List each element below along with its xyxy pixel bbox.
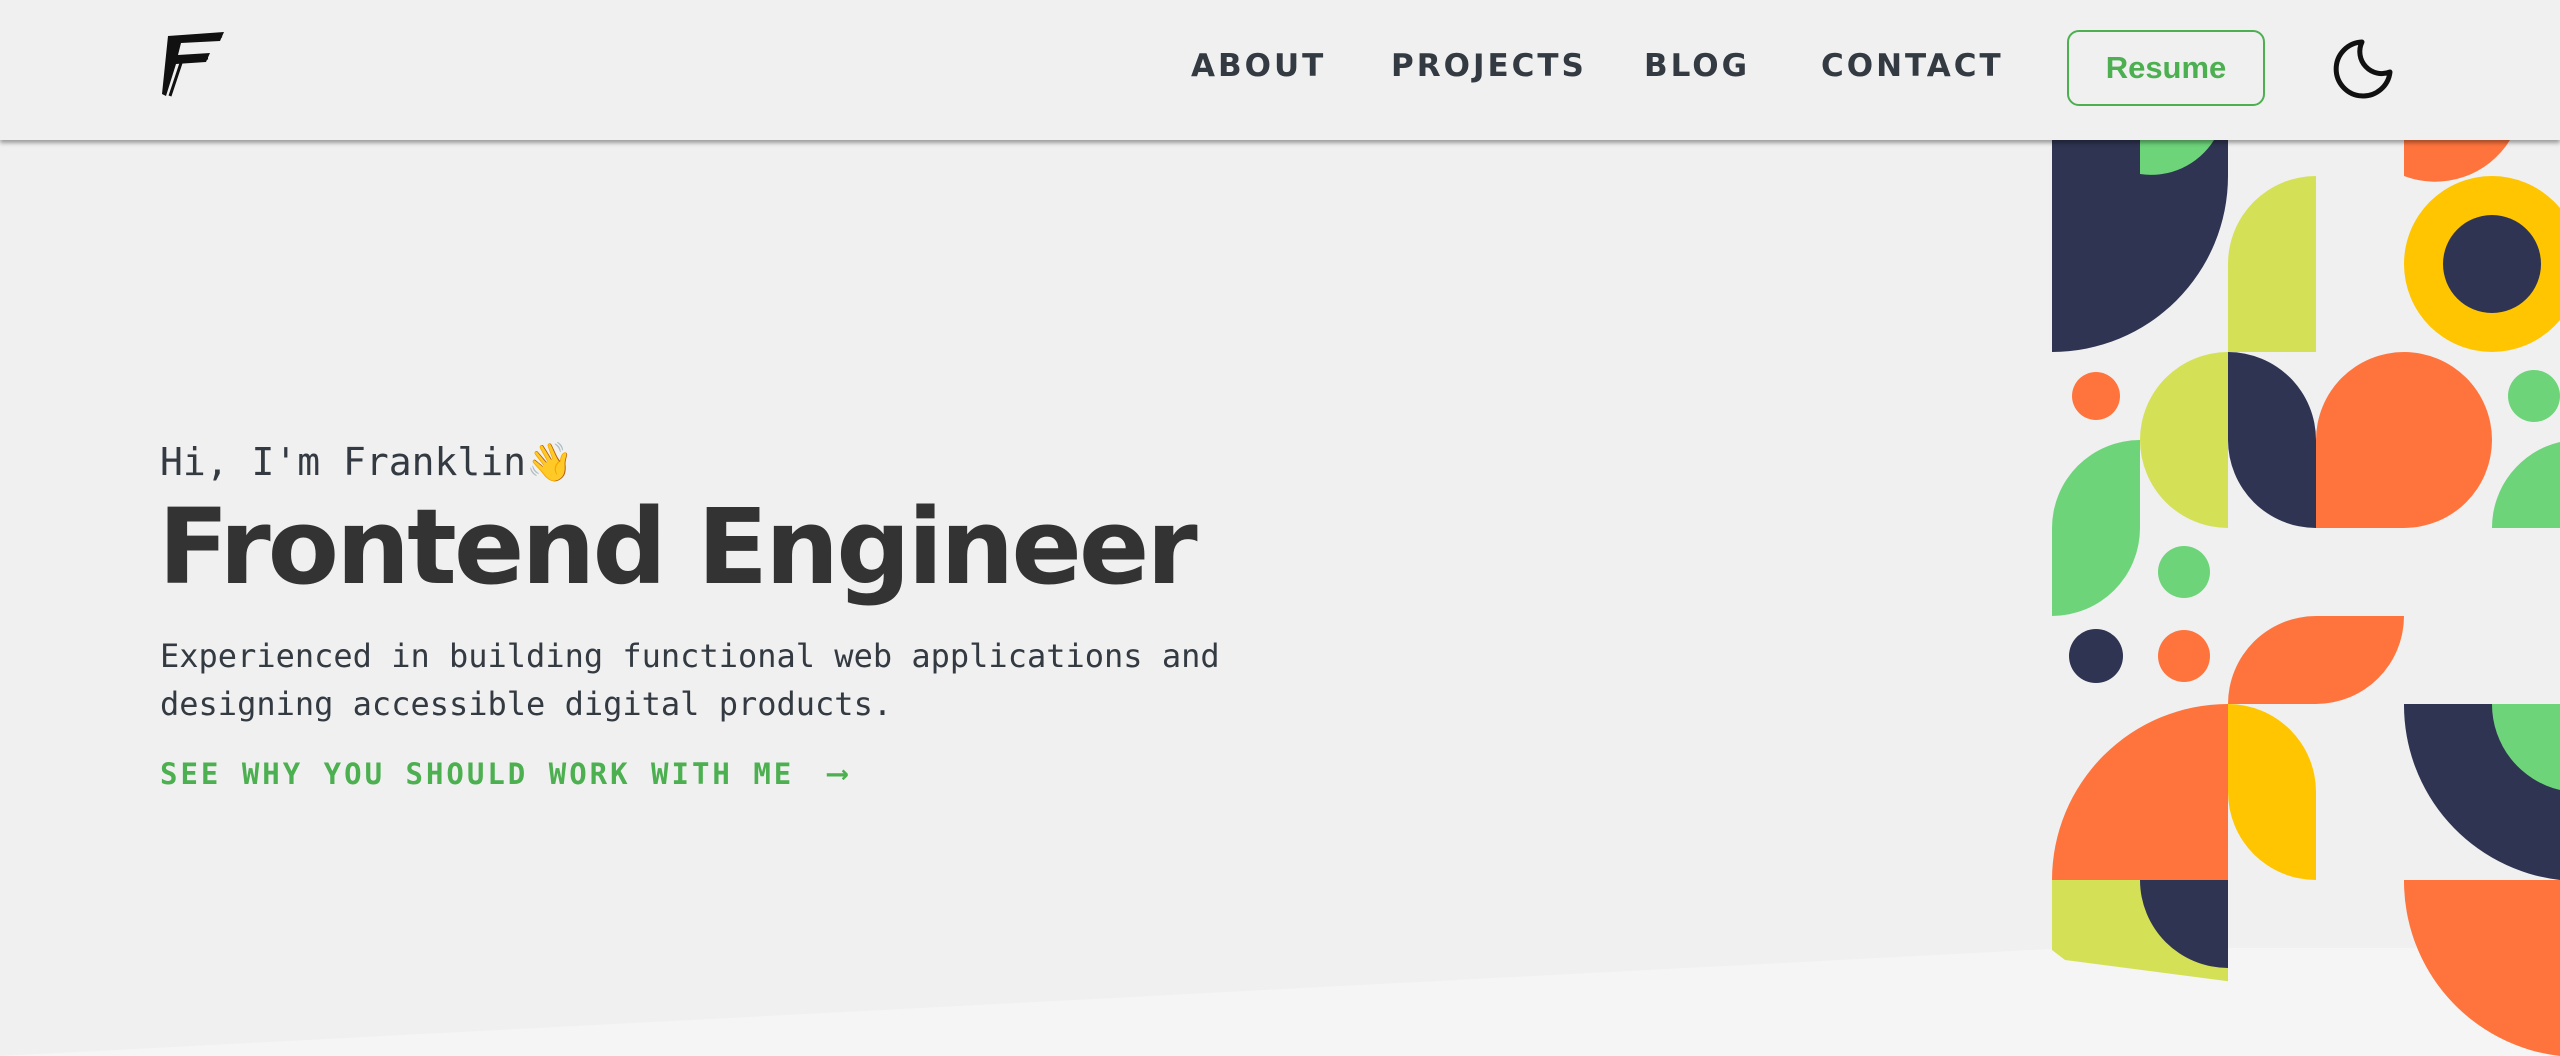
hero-title: Frontend Engineer — [158, 486, 1198, 608]
greeting-text: Hi, I'm Franklin — [160, 440, 527, 484]
pattern-shape — [2072, 372, 2120, 420]
hero-greeting: Hi, I'm Franklin👋 — [160, 440, 573, 485]
pattern-shape — [2316, 352, 2492, 528]
pattern-shape — [2158, 546, 2210, 598]
pattern-shape — [2228, 352, 2316, 528]
pattern-shape — [2158, 630, 2210, 682]
wave-emoji-icon: 👋 — [526, 440, 574, 484]
nav-contact[interactable]: CONTACT — [1821, 48, 2004, 84]
geometric-pattern — [2052, 140, 2560, 1056]
pattern-shape — [2069, 629, 2123, 683]
work-with-me-link[interactable]: SEE WHY YOU SHOULD WORK WITH ME ⟶ — [160, 756, 846, 791]
cta-label: SEE WHY YOU SHOULD WORK WITH ME — [160, 756, 795, 791]
hero-description: Experienced in building functional web a… — [160, 637, 1220, 723]
pattern-shape — [2228, 176, 2316, 352]
arrow-right-icon: ⟶ — [828, 756, 847, 791]
pattern-shape — [2403, 880, 2560, 1056]
pattern-shape — [2491, 442, 2560, 528]
pattern-shape — [2228, 616, 2404, 704]
pattern-shape — [2052, 704, 2228, 880]
logo-icon[interactable] — [160, 30, 226, 100]
pattern-shape — [2404, 140, 2510, 182]
nav-projects[interactable]: PROJECTS — [1391, 48, 1587, 84]
nav-about[interactable]: ABOUT — [1191, 48, 1326, 84]
resume-button[interactable]: Resume — [2067, 30, 2265, 106]
pattern-shape — [2508, 370, 2560, 422]
pattern-shape — [2052, 440, 2140, 616]
nav-blog[interactable]: BLOG — [1644, 48, 1750, 84]
pattern-shape — [2443, 215, 2541, 313]
pattern-shape — [2140, 352, 2228, 528]
pattern-shape — [2228, 704, 2316, 880]
site-header: ABOUT PROJECTS BLOG CONTACT Resume — [0, 0, 2560, 140]
moon-icon[interactable] — [2332, 38, 2394, 100]
